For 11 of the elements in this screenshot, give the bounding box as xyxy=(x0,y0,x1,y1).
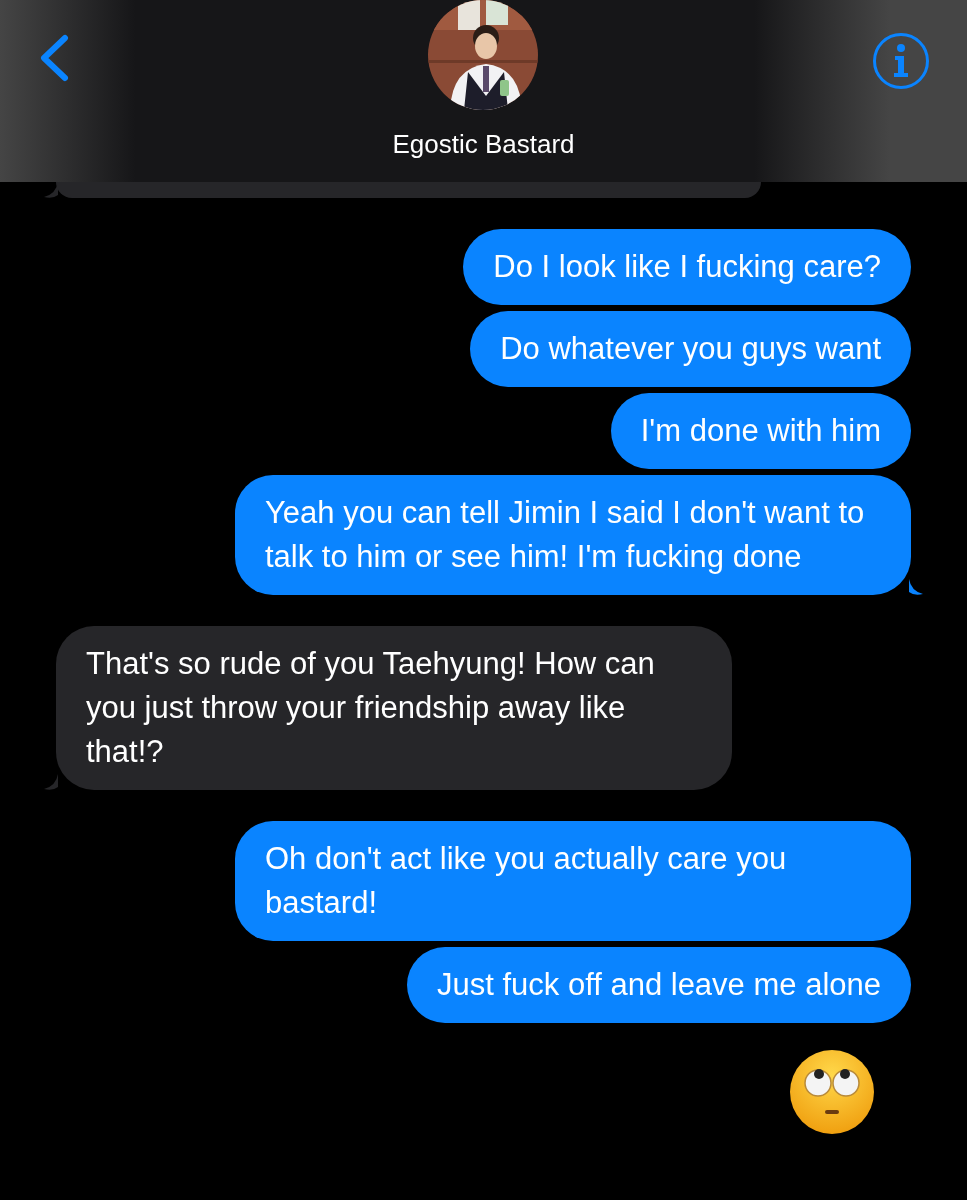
message-bubble: Do whatever you guys want xyxy=(470,311,911,387)
message-bubble: Do I look like I fucking care? xyxy=(463,229,911,305)
message-bubble: Just fuck off and leave me alone xyxy=(406,947,911,1023)
back-icon[interactable] xyxy=(38,34,70,82)
message-bubble: Yeah you can tell Jimin I said I don't want to talk to him or see him! I'm fucking done xyxy=(235,475,911,595)
contact-name: Egostic Bastard xyxy=(391,128,576,161)
message-bubble: I'm done with him xyxy=(610,393,911,469)
message-bubble: That's so rude of you Taehyung! How can you just throw your friendship away like that!? xyxy=(56,626,732,790)
message-bubble: Oh don't act like you actually care you bastard! xyxy=(235,821,911,941)
eye-roll-emoji-icon xyxy=(787,1049,877,1135)
info-icon[interactable] xyxy=(872,32,930,90)
